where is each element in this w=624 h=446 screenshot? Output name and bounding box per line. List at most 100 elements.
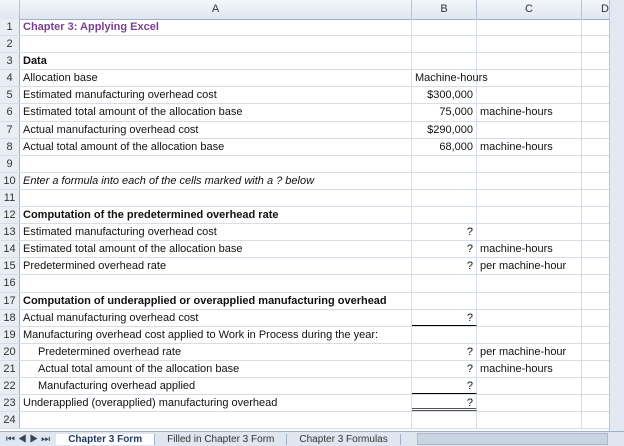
cell-b[interactable]: ? <box>412 224 477 241</box>
cell-a[interactable]: Estimated total amount of the allocation… <box>20 104 412 121</box>
cell-d[interactable] <box>582 53 610 70</box>
cell-c[interactable] <box>477 121 582 138</box>
cell-d[interactable] <box>582 258 610 275</box>
cell-d[interactable] <box>582 343 610 360</box>
cell-b[interactable]: ? <box>412 360 477 377</box>
row-number[interactable]: 2 <box>0 36 20 53</box>
column-header-d[interactable]: D <box>582 0 610 19</box>
cell-b[interactable]: ? <box>412 377 477 395</box>
cell-a[interactable] <box>20 155 412 172</box>
cell-a[interactable]: Actual manufacturing overhead cost <box>20 121 412 138</box>
cell-d[interactable] <box>582 241 610 258</box>
cell-d[interactable] <box>582 36 610 53</box>
cell-c[interactable] <box>477 207 582 224</box>
cell-c[interactable] <box>477 70 582 87</box>
cell-d[interactable] <box>582 207 610 224</box>
cell-c[interactable] <box>477 309 582 326</box>
row-number[interactable]: 8 <box>0 138 20 155</box>
cell-b[interactable] <box>412 326 477 343</box>
cell-a[interactable] <box>20 36 412 53</box>
cell-b[interactable] <box>412 292 477 309</box>
row-number[interactable]: 23 <box>0 395 20 412</box>
cell-d[interactable] <box>582 377 610 395</box>
cell-a[interactable]: Underapplied (overapplied) manufacturing… <box>20 395 412 412</box>
cell-d[interactable] <box>582 395 610 412</box>
cell-a[interactable]: Manufacturing overhead cost applied to W… <box>20 326 412 343</box>
cell-b[interactable]: 75,000 <box>412 104 477 121</box>
cell-c[interactable] <box>477 292 582 309</box>
cell-b[interactable]: ? <box>412 343 477 360</box>
sheet-nav-arrows-icon[interactable]: ⏮ ◀ ▶ ⏭ <box>0 434 56 445</box>
sheet-tab-filled-in[interactable]: Filled in Chapter 3 Form <box>155 433 288 445</box>
cell-b[interactable] <box>412 275 477 292</box>
row-number[interactable]: 13 <box>0 224 20 241</box>
cell-b[interactable]: ? <box>412 258 477 275</box>
cell-d[interactable] <box>582 275 610 292</box>
cell-a[interactable]: Chapter 3: Applying Excel <box>20 19 412 36</box>
column-header-c[interactable]: C <box>477 0 582 19</box>
cell-b[interactable]: $290,000 <box>412 121 477 138</box>
row-number[interactable]: 22 <box>0 377 20 395</box>
cell-a[interactable]: Predetermined overhead rate <box>20 258 412 275</box>
column-header-a[interactable]: A <box>20 0 412 19</box>
cell-d[interactable] <box>582 189 610 207</box>
cell-c[interactable] <box>477 36 582 53</box>
cell-c[interactable]: machine-hours <box>477 360 582 377</box>
row-number[interactable]: 19 <box>0 326 20 343</box>
horizontal-scrollbar[interactable] <box>416 433 608 445</box>
cell-a[interactable]: Manufacturing overhead applied <box>20 377 412 395</box>
cell-d[interactable] <box>582 104 610 121</box>
cell-b[interactable] <box>412 412 477 429</box>
row-number[interactable]: 11 <box>0 189 20 207</box>
cell-c[interactable] <box>477 172 582 189</box>
cell-c[interactable]: machine-hours <box>477 241 582 258</box>
cell-d[interactable] <box>582 172 610 189</box>
cell-d[interactable] <box>582 19 610 36</box>
cell-b[interactable] <box>412 36 477 53</box>
cell-a[interactable]: Computation of the predetermined overhea… <box>20 207 412 224</box>
row-number[interactable]: 24 <box>0 412 20 429</box>
cell-c[interactable] <box>477 53 582 70</box>
cell-b[interactable] <box>412 53 477 70</box>
cell-a[interactable]: Predetermined overhead rate <box>20 343 412 360</box>
row-number[interactable]: 9 <box>0 155 20 172</box>
row-number[interactable]: 7 <box>0 121 20 138</box>
cell-a[interactable]: Estimated manufacturing overhead cost <box>20 224 412 241</box>
row-number[interactable]: 16 <box>0 275 20 292</box>
cell-a[interactable]: Estimated manufacturing overhead cost <box>20 87 412 104</box>
cell-d[interactable] <box>582 87 610 104</box>
cell-d[interactable] <box>582 224 610 241</box>
row-number[interactable]: 15 <box>0 258 20 275</box>
row-number[interactable]: 12 <box>0 207 20 224</box>
cell-b[interactable]: ? <box>412 241 477 258</box>
cell-c[interactable] <box>477 87 582 104</box>
cell-a[interactable]: Actual total amount of the allocation ba… <box>20 360 412 377</box>
cell-a[interactable]: Estimated total amount of the allocation… <box>20 241 412 258</box>
row-number[interactable]: 14 <box>0 241 20 258</box>
cell-c[interactable]: per machine-hour <box>477 343 582 360</box>
cell-a[interactable]: Actual manufacturing overhead cost <box>20 309 412 326</box>
row-number[interactable]: 18 <box>0 309 20 326</box>
row-number[interactable]: 1 <box>0 19 20 36</box>
row-number[interactable]: 5 <box>0 87 20 104</box>
cell-c[interactable] <box>477 19 582 36</box>
cell-d[interactable] <box>582 412 610 429</box>
cell-c[interactable] <box>477 189 582 207</box>
cell-b[interactable] <box>412 19 477 36</box>
cell-c[interactable]: machine-hours <box>477 138 582 155</box>
cell-d[interactable] <box>582 121 610 138</box>
cell-c[interactable] <box>477 224 582 241</box>
sheet-tab-chapter-3-form[interactable]: Chapter 3 Form <box>56 433 156 445</box>
row-number[interactable]: 4 <box>0 70 20 87</box>
vertical-scrollbar[interactable] <box>609 0 624 432</box>
row-number[interactable]: 6 <box>0 104 20 121</box>
cell-a[interactable] <box>20 189 412 207</box>
cell-b[interactable] <box>412 189 477 207</box>
cell-d[interactable] <box>582 155 610 172</box>
cell-c[interactable]: machine-hours <box>477 104 582 121</box>
cell-b[interactable]: ? <box>412 309 477 326</box>
cell-a[interactable]: Data <box>20 53 412 70</box>
cell-c[interactable] <box>477 395 582 412</box>
cell-c[interactable] <box>477 377 582 395</box>
cell-b[interactable] <box>412 172 477 189</box>
